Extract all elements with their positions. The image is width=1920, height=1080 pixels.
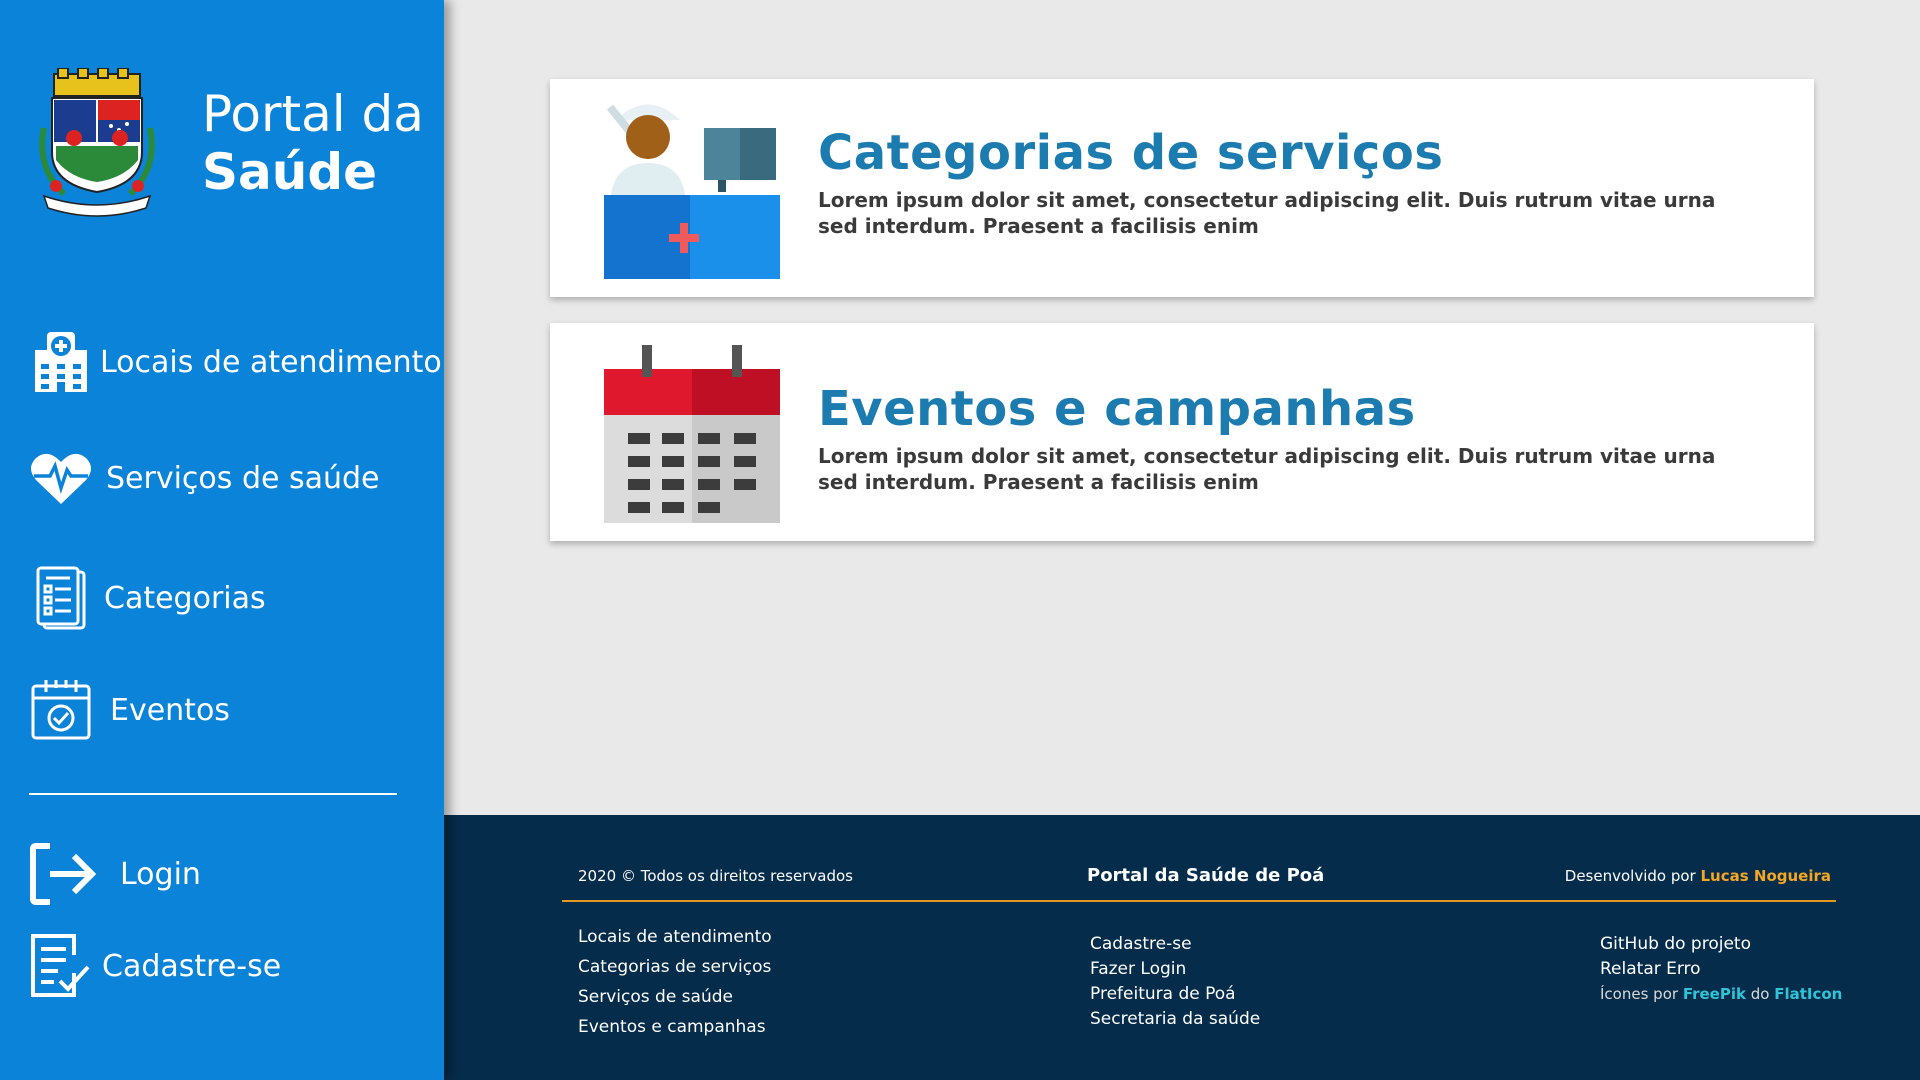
footer-developer-prefix: Desenvolvido por bbox=[1564, 867, 1701, 885]
footer-link-github[interactable]: GitHub do projeto bbox=[1600, 932, 1842, 957]
card-title: Categorias de serviços bbox=[818, 125, 1444, 181]
calendar-icon bbox=[604, 345, 780, 523]
footer-link-servicos[interactable]: Serviços de saúde bbox=[578, 982, 772, 1012]
footer-link-cadastre[interactable]: Cadastre-se bbox=[1090, 932, 1260, 957]
city-crest-icon bbox=[39, 68, 155, 217]
brand[interactable]: Portal da Saúde bbox=[34, 68, 424, 218]
credit-middle: do bbox=[1745, 985, 1775, 1003]
card-eventos-campanhas[interactable]: Eventos e campanhas Lorem ipsum dolor si… bbox=[550, 323, 1814, 541]
footer-link-relatar-erro[interactable]: Relatar Erro bbox=[1600, 957, 1842, 982]
footer-links-col2: Cadastre-se Fazer Login Prefeitura de Po… bbox=[1090, 932, 1260, 1032]
sidebar-item-locais[interactable]: Locais de atendimento bbox=[30, 328, 442, 396]
sidebar: Portal da Saúde Locais de atendimento Se… bbox=[0, 0, 444, 1080]
brand-title-line2: Saúde bbox=[202, 143, 378, 201]
footer-developer-link[interactable]: Lucas Nogueira bbox=[1700, 867, 1831, 885]
sidebar-item-categorias[interactable]: Categorias bbox=[30, 564, 266, 632]
freepik-link[interactable]: FreePik bbox=[1683, 985, 1746, 1003]
heart-pulse-icon bbox=[30, 444, 92, 512]
main-content: Categorias de serviços Lorem ipsum dolor… bbox=[444, 0, 1920, 815]
sidebar-item-label: Cadastre-se bbox=[102, 948, 282, 984]
footer-link-locais[interactable]: Locais de atendimento bbox=[578, 922, 772, 952]
footer-developer: Desenvolvido por Lucas Nogueira bbox=[1565, 867, 1831, 885]
sidebar-item-label: Locais de atendimento bbox=[100, 344, 442, 380]
credit-prefix: Ícones por bbox=[1600, 985, 1683, 1003]
sidebar-item-label: Eventos bbox=[110, 692, 230, 728]
flaticon-link[interactable]: FlatIcon bbox=[1774, 985, 1842, 1003]
footer-link-prefeitura[interactable]: Prefeitura de Poá bbox=[1090, 982, 1260, 1007]
footer-links-col1: Locais de atendimento Categorias de serv… bbox=[578, 922, 772, 1042]
footer-link-eventos[interactable]: Eventos e campanhas bbox=[578, 1012, 772, 1042]
form-check-icon bbox=[30, 932, 92, 1000]
card-description: Lorem ipsum dolor sit amet, consectetur … bbox=[818, 188, 1716, 238]
footer-title: Portal da Saúde de Poá bbox=[1087, 865, 1325, 886]
sidebar-item-cadastre[interactable]: Cadastre-se bbox=[30, 932, 281, 1000]
document-list-icon bbox=[30, 564, 92, 632]
card-title: Eventos e campanhas bbox=[818, 381, 1416, 437]
sidebar-item-label: Login bbox=[120, 856, 201, 892]
nurse-desk-icon bbox=[604, 104, 780, 279]
footer-link-secretaria[interactable]: Secretaria da saúde bbox=[1090, 1007, 1260, 1032]
sidebar-item-label: Categorias bbox=[104, 580, 266, 616]
sidebar-divider bbox=[29, 793, 397, 795]
login-arrow-icon bbox=[30, 840, 100, 908]
calendar-check-icon bbox=[30, 676, 92, 744]
footer-link-categorias[interactable]: Categorias de serviços bbox=[578, 952, 772, 982]
sidebar-item-label: Serviços de saúde bbox=[106, 460, 380, 496]
footer-divider bbox=[562, 900, 1836, 902]
hospital-icon bbox=[30, 328, 92, 396]
card-description: Lorem ipsum dolor sit amet, consectetur … bbox=[818, 444, 1716, 494]
footer-link-login[interactable]: Fazer Login bbox=[1090, 957, 1260, 982]
footer-icon-credit: Ícones por FreePik do FlatIcon bbox=[1600, 982, 1842, 1007]
footer-links-col3: GitHub do projeto Relatar Erro Ícones po… bbox=[1600, 932, 1842, 1007]
card-categorias-servicos[interactable]: Categorias de serviços Lorem ipsum dolor… bbox=[550, 79, 1814, 297]
footer-copyright: 2020 © Todos os direitos reservados bbox=[578, 867, 853, 885]
sidebar-item-eventos[interactable]: Eventos bbox=[30, 676, 230, 744]
brand-title-line1: Portal da bbox=[202, 85, 424, 143]
footer: 2020 © Todos os direitos reservados Port… bbox=[444, 815, 1920, 1080]
sidebar-item-login[interactable]: Login bbox=[30, 840, 201, 908]
sidebar-item-servicos[interactable]: Serviços de saúde bbox=[30, 444, 380, 512]
